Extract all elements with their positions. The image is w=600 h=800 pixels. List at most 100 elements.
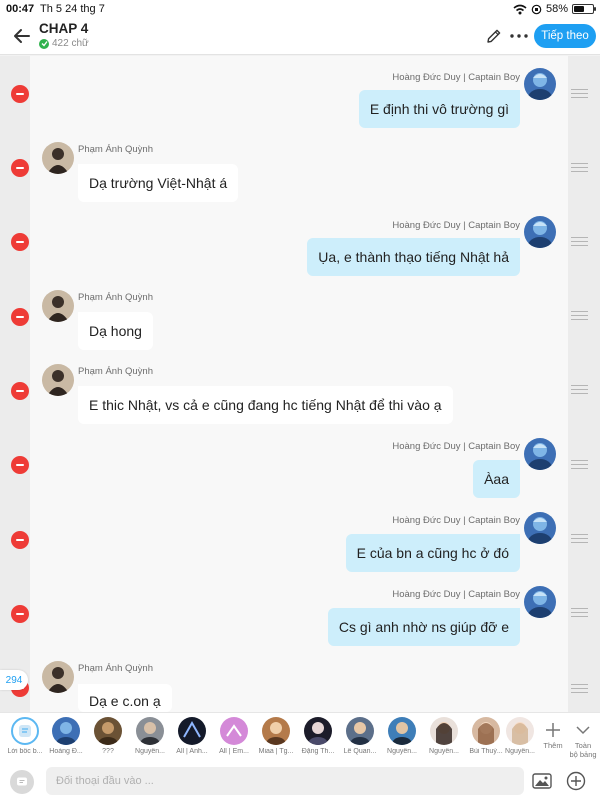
- drag-handle-icon[interactable]: [571, 608, 588, 618]
- message-sender-name: Phạm Ánh Quỳnh: [78, 144, 153, 155]
- character-avatar: [178, 717, 206, 745]
- avatar-boy: [524, 512, 556, 544]
- check-icon: [39, 38, 49, 49]
- character-item[interactable]: Lê Quan...: [340, 717, 380, 755]
- character-item[interactable]: All | Anh...: [172, 717, 212, 755]
- chevron-down-icon: [576, 726, 590, 735]
- message-sender-name: Hoàng Đức Duy | Captain Boy: [392, 220, 520, 231]
- drag-handle-icon[interactable]: [571, 385, 588, 395]
- character-item[interactable]: All | Em...: [214, 717, 254, 755]
- message-counter: 294: [0, 670, 28, 690]
- message-bubble[interactable]: E định thi vô trường gì: [358, 90, 520, 128]
- wifi-icon: [513, 4, 527, 14]
- add-character-button[interactable]: Thêm: [536, 719, 570, 750]
- character-item[interactable]: Hoàng Đ...: [46, 717, 86, 755]
- drag-handle-icon[interactable]: [571, 237, 588, 247]
- drag-handle-icon[interactable]: [571, 460, 588, 470]
- character-avatar: [262, 717, 290, 745]
- image-icon[interactable]: [532, 773, 552, 789]
- delete-message-button[interactable]: [11, 456, 29, 474]
- message-sender-name: Hoàng Đức Duy | Captain Boy: [392, 515, 520, 526]
- drag-handle-icon[interactable]: [571, 684, 588, 694]
- character-avatar: [346, 717, 374, 745]
- character-name: Miaa | Tg...: [258, 748, 294, 755]
- character-name: Hoàng Đ...: [49, 748, 83, 755]
- character-item[interactable]: Nguyễn...: [382, 717, 422, 755]
- add-character-label: Thêm: [543, 741, 563, 750]
- avatar-boy: [524, 438, 556, 470]
- character-name: Nguyễn...: [387, 748, 417, 755]
- character-avatar: [52, 717, 80, 745]
- drag-handle-icon[interactable]: [571, 89, 588, 99]
- avatar-boy: [524, 68, 556, 100]
- plus-icon: [546, 723, 560, 737]
- avatar-girl: [42, 364, 74, 396]
- character-name: Nguyễn...: [135, 748, 165, 755]
- message-bubble[interactable]: Dạ trường Việt-Nhật á: [78, 164, 239, 202]
- drag-handle-icon[interactable]: [571, 163, 588, 173]
- delete-message-button[interactable]: [11, 382, 29, 400]
- show-all-label-1: Toàn: [574, 741, 592, 750]
- character-narration[interactable]: Lời bốc b...: [5, 717, 45, 755]
- delete-message-button[interactable]: [11, 233, 29, 251]
- delete-message-button[interactable]: [11, 85, 29, 103]
- character-bar: Lời bốc b... Hoàng Đ... ??? Nguyễn... Al…: [0, 712, 600, 762]
- character-name: Lời bốc b...: [7, 748, 43, 755]
- message-sender-name: Hoàng Đức Duy | Captain Boy: [392, 441, 520, 452]
- character-avatar: [506, 717, 534, 745]
- status-time: 00:47: [6, 3, 35, 15]
- character-avatar: [136, 717, 164, 745]
- message-bubble[interactable]: Cs gì anh nhờ ns giúp đỡ e: [327, 608, 520, 646]
- delete-message-button[interactable]: [11, 605, 29, 623]
- message-bubble[interactable]: Àaa: [473, 460, 520, 498]
- message-bubble[interactable]: E của bn a cũng hc ở đó: [345, 534, 520, 572]
- show-all-label-2: bộ bảng: [569, 750, 597, 759]
- character-name: Nguyễn...: [505, 748, 535, 755]
- chat-icon: [17, 777, 27, 786]
- delete-message-button[interactable]: [11, 308, 29, 326]
- character-avatar: [430, 717, 458, 745]
- message-type-button[interactable]: [10, 770, 34, 794]
- character-avatar: [94, 717, 122, 745]
- add-circle-icon[interactable]: [566, 771, 586, 791]
- input-bar: [0, 762, 600, 800]
- status-right: 58%: [513, 3, 596, 15]
- character-item[interactable]: Nguyễn...: [130, 717, 170, 755]
- character-item[interactable]: ???: [88, 717, 128, 755]
- character-name: All | Em...: [219, 748, 249, 755]
- message-bubble[interactable]: E thic Nhật, vs cả e cũng đang hc tiếng …: [78, 386, 453, 424]
- character-name: Nguyễn...: [429, 748, 459, 755]
- avatar-boy: [524, 216, 556, 248]
- drag-handle-icon[interactable]: [571, 311, 588, 321]
- top-bar: CHAP 4 422 chữ Tiếp theo: [0, 18, 600, 55]
- message-bubble[interactable]: Dạ e c.on ạ: [78, 684, 172, 712]
- character-name: ???: [102, 748, 114, 755]
- message-sender-name: Hoàng Đức Duy | Captain Boy: [392, 72, 520, 83]
- message-sender-name: Phạm Ánh Quỳnh: [78, 366, 153, 377]
- message-sender-name: Phạm Ánh Quỳnh: [78, 292, 153, 303]
- back-arrow-icon[interactable]: [10, 24, 34, 48]
- character-item[interactable]: Nguyễn...: [424, 717, 464, 755]
- pencil-icon[interactable]: [485, 27, 503, 45]
- character-name: All | Anh...: [176, 748, 208, 755]
- delete-message-button[interactable]: [11, 531, 29, 549]
- show-all-button[interactable]: Toàn bộ bảng: [566, 719, 600, 759]
- orientation-lock-icon: [531, 4, 542, 14]
- character-name: Đặng Th...: [301, 748, 335, 755]
- delete-message-button[interactable]: [11, 159, 29, 177]
- continue-button[interactable]: Tiếp theo: [534, 24, 596, 48]
- character-item[interactable]: Nguyễn...: [500, 717, 540, 755]
- more-options-icon[interactable]: [509, 27, 529, 45]
- message-bubble[interactable]: Ụa, e thành thạo tiếng Nhật hả: [307, 238, 520, 276]
- character-item[interactable]: Miaa | Tg...: [256, 717, 296, 755]
- dialogue-input[interactable]: [46, 767, 524, 795]
- status-bar: 00:47 Th 5 24 thg 7 58%: [0, 0, 600, 18]
- message-bubble[interactable]: Dạ hong: [78, 312, 153, 350]
- status-date: Th 5 24 thg 7: [40, 3, 105, 15]
- character-item[interactable]: Đặng Th...: [298, 717, 338, 755]
- drag-handle-icon[interactable]: [571, 534, 588, 544]
- character-name: Lê Quan...: [343, 748, 377, 755]
- narration-icon: [11, 717, 39, 745]
- avatar-girl: [42, 290, 74, 322]
- word-count-label: 422 chữ: [52, 38, 89, 49]
